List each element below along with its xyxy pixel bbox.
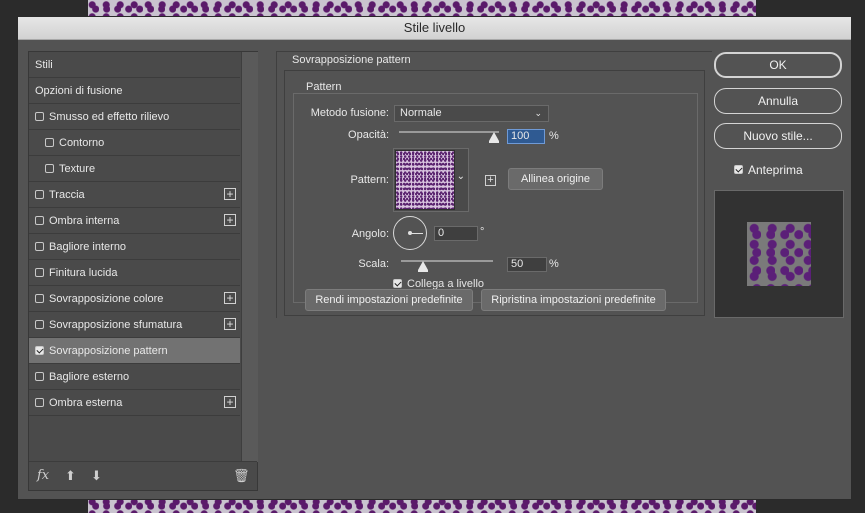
style-item-sovrapposizione-sfumatura[interactable]: Sovrapposizione sfumatura + <box>29 312 240 338</box>
layer-style-dialog: Stile livello Stili Opzioni di fusione Smu… <box>17 16 852 500</box>
blend-mode-value: Normale <box>400 107 442 119</box>
section-title: Sovrapposizione pattern <box>292 54 411 66</box>
blend-mode-label: Metodo fusione: <box>310 107 389 119</box>
checkbox-icon[interactable] <box>45 163 54 173</box>
style-item-label: Sovrapposizione sfumatura <box>49 319 183 331</box>
style-item-finitura-lucida[interactable]: Finitura lucida <box>29 260 240 286</box>
checkbox-icon[interactable] <box>35 241 44 251</box>
blend-mode-select[interactable]: Normale ⌄ <box>394 105 549 122</box>
arrow-down-icon[interactable]: ⬇ <box>91 468 102 484</box>
add-effect-plus-icon[interactable]: + <box>224 214 236 226</box>
fx-icon[interactable]: fx <box>37 468 49 483</box>
style-item-label: Smusso ed effetto rilievo <box>49 111 170 123</box>
angle-dial[interactable] <box>393 216 427 250</box>
checkbox-icon[interactable] <box>35 215 44 225</box>
style-item-label: Traccia <box>49 189 85 201</box>
chevron-down-icon: ⌄ <box>456 171 465 182</box>
styles-list: Stili Opzioni di fusione Smusso ed effetto… <box>29 52 240 416</box>
opacity-slider[interactable] <box>399 131 499 133</box>
dialog-title: Stile livello <box>18 17 851 40</box>
preview-checkbox[interactable]: Anteprima <box>734 163 803 177</box>
scale-unit: % <box>549 258 559 270</box>
checkbox-icon[interactable] <box>45 137 54 147</box>
add-effect-plus-icon[interactable]: + <box>224 292 236 304</box>
style-item-ombra-esterna[interactable]: Ombra esterna + <box>29 390 240 416</box>
pattern-picker[interactable]: ⌄ <box>393 148 469 212</box>
arrow-up-icon[interactable]: ⬆ <box>65 468 76 484</box>
trash-icon[interactable]: 🗑 <box>233 468 250 484</box>
angle-label: Angolo: <box>351 228 389 240</box>
styles-scrollbar[interactable] <box>241 52 258 462</box>
cancel-button[interactable]: Annulla <box>714 88 842 114</box>
style-item-ombra-interna[interactable]: Ombra interna + <box>29 208 240 234</box>
checkbox-icon[interactable] <box>35 371 44 381</box>
snap-to-origin-button[interactable]: Allinea origine <box>508 168 603 190</box>
scale-slider[interactable] <box>401 260 493 262</box>
reset-to-default-button[interactable]: Ripristina impostazioni predefinite <box>481 289 666 311</box>
angle-input[interactable]: 0 <box>434 226 478 241</box>
scale-input[interactable]: 50 <box>507 257 547 272</box>
checkbox-checked-icon[interactable] <box>35 345 44 355</box>
add-effect-plus-icon[interactable]: + <box>224 396 236 408</box>
make-default-button[interactable]: Rendi impostazioni predefinite <box>305 289 473 311</box>
angle-dial-center <box>408 231 412 235</box>
style-item-label: Ombra esterna <box>49 397 123 409</box>
style-item-sovrapposizione-pattern[interactable]: Sovrapposizione pattern <box>29 338 240 364</box>
style-item-contorno[interactable]: Contorno <box>29 130 240 156</box>
style-item-label: Ombra interna <box>49 215 120 227</box>
style-item-sovrapposizione-colore[interactable]: Sovrapposizione colore + <box>29 286 240 312</box>
preview-swatch <box>747 222 811 286</box>
new-style-button[interactable]: Nuovo stile... <box>714 123 842 149</box>
add-effect-plus-icon[interactable]: + <box>224 318 236 330</box>
checkbox-icon[interactable] <box>35 319 44 329</box>
preview-label: Anteprima <box>748 163 803 177</box>
new-preset-plus-icon[interactable]: + <box>485 175 496 186</box>
pattern-overlay-panel: Sovrapposizione pattern Pattern Metodo f… <box>276 51 712 318</box>
opacity-unit: % <box>549 130 559 142</box>
styles-list-panel: Stili Opzioni di fusione Smusso ed effetto… <box>28 51 258 491</box>
add-effect-plus-icon[interactable]: + <box>224 188 236 200</box>
style-item-label: Bagliore esterno <box>49 371 130 383</box>
style-preview <box>714 190 844 318</box>
checkbox-icon[interactable] <box>35 111 44 121</box>
style-item-label: Sovrapposizione pattern <box>49 345 168 357</box>
canvas-pattern-top <box>88 0 756 16</box>
chevron-down-icon: ⌄ <box>534 108 542 118</box>
group-title: Pattern <box>303 81 345 93</box>
style-item-texture[interactable]: Texture <box>29 156 240 182</box>
style-item-label: Contorno <box>59 137 105 149</box>
style-item-label: Stili <box>35 59 53 71</box>
pattern-group-box <box>293 93 698 303</box>
checkbox-checked-icon <box>734 165 743 175</box>
style-item-bagliore-interno[interactable]: Bagliore interno <box>29 234 240 260</box>
style-item-label: Bagliore interno <box>49 241 127 253</box>
checkbox-icon[interactable] <box>35 293 44 303</box>
style-item-bagliore-esterno[interactable]: Bagliore esterno <box>29 364 240 390</box>
style-item-label: Texture <box>59 163 96 175</box>
pattern-swatch <box>395 150 455 210</box>
ok-button[interactable]: OK <box>714 52 842 78</box>
checkbox-checked-icon <box>393 278 402 288</box>
style-item-stili[interactable]: Stili <box>29 52 240 78</box>
checkbox-icon[interactable] <box>35 267 44 277</box>
opacity-label: Opacità: <box>348 129 389 141</box>
scale-label: Scala: <box>358 258 389 270</box>
style-item-label: Opzioni di fusione <box>35 85 123 97</box>
pattern-label: Pattern: <box>350 174 389 186</box>
scale-slider-thumb[interactable] <box>418 261 428 272</box>
styles-footer: fx ⬆ ⬇ 🗑 <box>29 461 257 490</box>
checkbox-icon[interactable] <box>35 397 44 407</box>
opacity-slider-thumb[interactable] <box>489 132 499 143</box>
style-item-opzioni-di-fusione[interactable]: Opzioni di fusione <box>29 78 240 104</box>
angle-unit: ° <box>480 226 485 238</box>
style-item-smusso-ed-effetto-rilievo[interactable]: Smusso ed effetto rilievo <box>29 104 240 130</box>
opacity-input[interactable]: 100 <box>507 129 545 144</box>
style-item-label: Finitura lucida <box>49 267 118 279</box>
style-item-traccia[interactable]: Traccia + <box>29 182 240 208</box>
style-item-label: Sovrapposizione colore <box>49 293 164 305</box>
checkbox-icon[interactable] <box>35 189 44 199</box>
